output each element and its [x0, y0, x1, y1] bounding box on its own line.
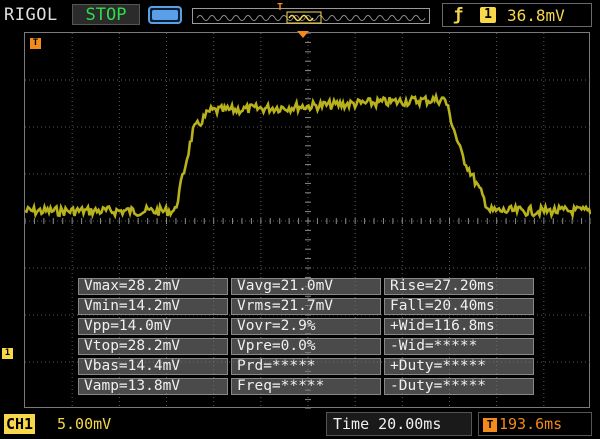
meas-vrms: Vrms=21.7mV — [231, 298, 381, 315]
meas-vamp: Vamp=13.8mV — [78, 378, 228, 395]
memory-position-bar: T — [192, 2, 430, 24]
ch1-ground-marker[interactable]: 1 — [2, 348, 13, 359]
bottom-bar: CH1 5.00mV Time 20.00ms T 193.6ms — [0, 410, 600, 439]
brand-logo: RIGOL — [4, 5, 58, 25]
meas-pos-duty: +Duty=***** — [384, 358, 534, 375]
meas-vovr: Vovr=2.9% — [231, 318, 381, 335]
meas-freq: Freq=***** — [231, 378, 381, 395]
trigger-channel-badge: 1 — [480, 7, 496, 23]
battery-icon — [148, 6, 182, 24]
trigger-position-marker: T — [30, 38, 41, 49]
meas-neg-duty: -Duty=***** — [384, 378, 534, 395]
memory-waveform-icon — [196, 11, 426, 24]
trigger-offset[interactable]: T 193.6ms — [478, 412, 592, 436]
meas-period: Prd=***** — [231, 358, 381, 375]
trigger-status[interactable]: ƒ 1 36.8mV — [442, 3, 592, 27]
meas-vpre: Vpre=0.0% — [231, 338, 381, 355]
run-stop-status[interactable]: STOP — [72, 4, 140, 25]
timebase-scale[interactable]: Time 20.00ms — [326, 412, 472, 436]
trigger-level: 36.8mV — [507, 6, 565, 25]
measurement-panel: Vmax=28.2mV Vavg=21.0mV Rise=27.20ms Vmi… — [78, 278, 534, 398]
meas-rise: Rise=27.20ms — [384, 278, 534, 295]
trigger-offset-value: 193.6ms — [499, 415, 563, 433]
trigger-offset-icon: T — [483, 417, 497, 432]
trigger-time-icon — [297, 31, 309, 38]
rising-edge-icon: ƒ — [453, 5, 464, 25]
meas-fall: Fall=20.40ms — [384, 298, 534, 315]
status-bar: RIGOL STOP T ƒ 1 36.8mV — [0, 0, 600, 30]
meas-vavg: Vavg=21.0mV — [231, 278, 381, 295]
meas-vmax: Vmax=28.2mV — [78, 278, 228, 295]
timebase-marker: T — [277, 2, 284, 13]
meas-neg-width: -Wid=***** — [384, 338, 534, 355]
meas-vmin: Vmin=14.2mV — [78, 298, 228, 315]
meas-vbase: Vbas=14.4mV — [78, 358, 228, 375]
meas-pos-width: +Wid=116.8ms — [384, 318, 534, 335]
ch1-vertical-scale[interactable]: 5.00mV — [57, 414, 111, 434]
meas-vpp: Vpp=14.0mV — [78, 318, 228, 335]
meas-vtop: Vtop=28.2mV — [78, 338, 228, 355]
ch1-label[interactable]: CH1 — [4, 414, 36, 434]
